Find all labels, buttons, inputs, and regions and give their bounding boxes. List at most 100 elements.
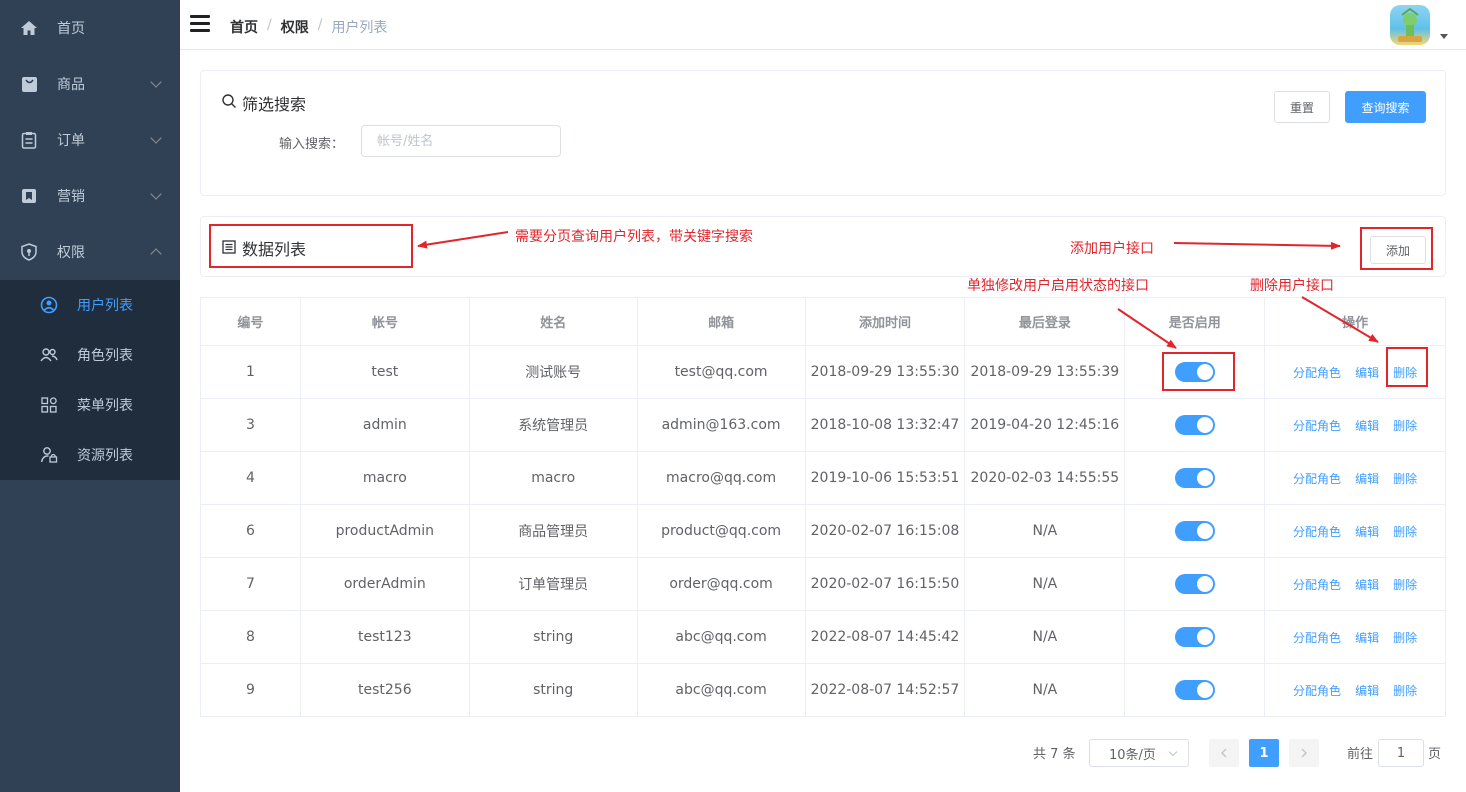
cell-email: admin@163.com [636,398,806,452]
sidebar-item-products[interactable]: 商品 [0,56,180,112]
cell-enabled [1124,398,1266,452]
cell-email: abc@qq.com [636,610,806,664]
chevron-up-icon [150,248,162,260]
query-search-button[interactable]: 查询搜索 [1345,91,1426,123]
cell-enabled [1124,557,1266,611]
cell-last-login: 2019-04-20 12:45:16 [964,398,1126,452]
breadcrumb-item[interactable]: 首页 [230,17,258,37]
grid-icon [40,396,58,414]
caret-down-icon[interactable] [1440,34,1448,39]
sidebar-item-resource-list[interactable]: 资源列表 [0,430,180,480]
sidebar-item-role-list[interactable]: 角色列表 [0,330,180,380]
sidebar-item-orders[interactable]: 订单 [0,112,180,168]
sidebar-item-label: 菜单列表 [77,398,133,414]
toggle-knob [1196,417,1213,433]
assign-role-link[interactable]: 分配角色 [1293,525,1341,539]
delete-link[interactable]: 删除 [1393,525,1417,539]
enabled-toggle-switch[interactable] [1174,521,1215,541]
sidebar-item-label: 用户列表 [77,298,133,314]
table-row: 3 admin 系统管理员 admin@163.com 2018-10-08 13:32… [200,398,1446,452]
jump-page-input[interactable] [1378,739,1424,767]
cell-id: 3 [200,398,301,452]
reset-button[interactable]: 重置 [1274,91,1330,123]
page-number-button[interactable]: 1 [1249,739,1279,767]
toggle-knob [1196,682,1213,698]
chevron-down-icon [150,76,162,88]
cell-created: 2022-08-07 14:45:42 [804,610,966,664]
edit-link[interactable]: 编辑 [1355,631,1379,645]
column-header: 最后登录 [964,297,1126,346]
toggle-knob [1196,470,1213,486]
chevron-right-icon [1301,748,1307,758]
cell-username: test256 [299,663,470,717]
cell-enabled [1124,610,1266,664]
cell-id: 6 [200,504,301,558]
delete-link[interactable]: 删除 [1393,631,1417,645]
column-header: 是否启用 [1124,297,1266,346]
table-row: 1 test 测试账号 test@qq.com 2018-09-29 13:55:30 2… [200,345,1446,399]
cell-email: product@qq.com [636,504,806,558]
edit-link[interactable]: 编辑 [1355,472,1379,486]
toggle-knob [1196,576,1213,592]
delete-link[interactable]: 删除 [1393,419,1417,433]
sidebar-item-menu-list[interactable]: 菜单列表 [0,380,180,430]
column-header: 编号 [200,297,301,346]
sidebar-item-permissions[interactable]: 权限 [0,224,180,280]
enabled-toggle-switch[interactable] [1174,680,1215,700]
cell-email: abc@qq.com [636,663,806,717]
sidebar-item-marketing[interactable]: 营销 [0,168,180,224]
delete-link[interactable]: 删除 [1393,684,1417,698]
edit-link[interactable]: 编辑 [1355,525,1379,539]
page-size-select[interactable]: 10条/页 [1089,739,1189,767]
assign-role-link[interactable]: 分配角色 [1293,419,1341,433]
column-header: 添加时间 [804,297,966,346]
cell-username: admin [299,398,470,452]
edit-link[interactable]: 编辑 [1355,578,1379,592]
cell-last-login: 2018-09-29 13:55:39 [964,345,1126,399]
assign-role-link[interactable]: 分配角色 [1293,631,1341,645]
cell-enabled [1124,663,1266,717]
hamburger-menu-icon[interactable] [190,15,210,33]
chevron-down-icon [150,132,162,144]
edit-link[interactable]: 编辑 [1355,419,1379,433]
cell-enabled [1124,504,1266,558]
column-header: 操作 [1264,297,1446,346]
table-row: 9 test256 string abc@qq.com 2022-08-07 14:52… [200,663,1446,717]
sidebar-item-user-list[interactable]: 用户列表 [0,280,180,330]
toggle-knob [1196,629,1213,645]
avatar[interactable] [1390,5,1430,45]
edit-link[interactable]: 编辑 [1355,684,1379,698]
enabled-toggle-switch[interactable] [1174,468,1215,488]
cell-username: test [299,345,470,399]
enabled-toggle-switch[interactable] [1174,574,1215,594]
chevron-down-icon [1168,747,1178,757]
assign-role-link[interactable]: 分配角色 [1293,472,1341,486]
edit-link[interactable]: 编辑 [1355,366,1379,380]
next-page-button[interactable] [1289,739,1319,767]
annotation-text-paged-query: 需要分页查询用户列表，带关键字搜索 [515,229,753,245]
cell-username: productAdmin [299,504,470,558]
assign-role-link[interactable]: 分配角色 [1293,578,1341,592]
breadcrumb-item[interactable]: 权限 [281,17,309,37]
enabled-toggle-switch[interactable] [1174,415,1215,435]
users-icon [40,346,58,364]
search-input[interactable] [361,125,561,157]
assign-role-link[interactable]: 分配角色 [1293,684,1341,698]
table-row: 4 macro macro macro@qq.com 2019-10-06 15:53:… [200,451,1446,505]
sidebar-item-home[interactable]: 首页 [0,0,180,56]
column-header: 邮箱 [636,297,806,346]
sidebar-item-label: 订单 [57,133,85,149]
prev-page-button[interactable] [1209,739,1239,767]
clipboard-icon [20,131,38,149]
delete-link[interactable]: 删除 [1393,472,1417,486]
toggle-knob [1196,523,1213,539]
delete-link[interactable]: 删除 [1393,578,1417,592]
assign-role-link[interactable]: 分配角色 [1293,366,1341,380]
cell-name: 商品管理员 [468,504,638,558]
cell-username: test123 [299,610,470,664]
cell-name: 测试账号 [468,345,638,399]
pagination-total: 共 7 条 [1033,746,1076,762]
enabled-toggle-switch[interactable] [1174,627,1215,647]
cell-id: 8 [200,610,301,664]
cell-actions: 分配角色 编辑 删除 [1264,557,1446,611]
